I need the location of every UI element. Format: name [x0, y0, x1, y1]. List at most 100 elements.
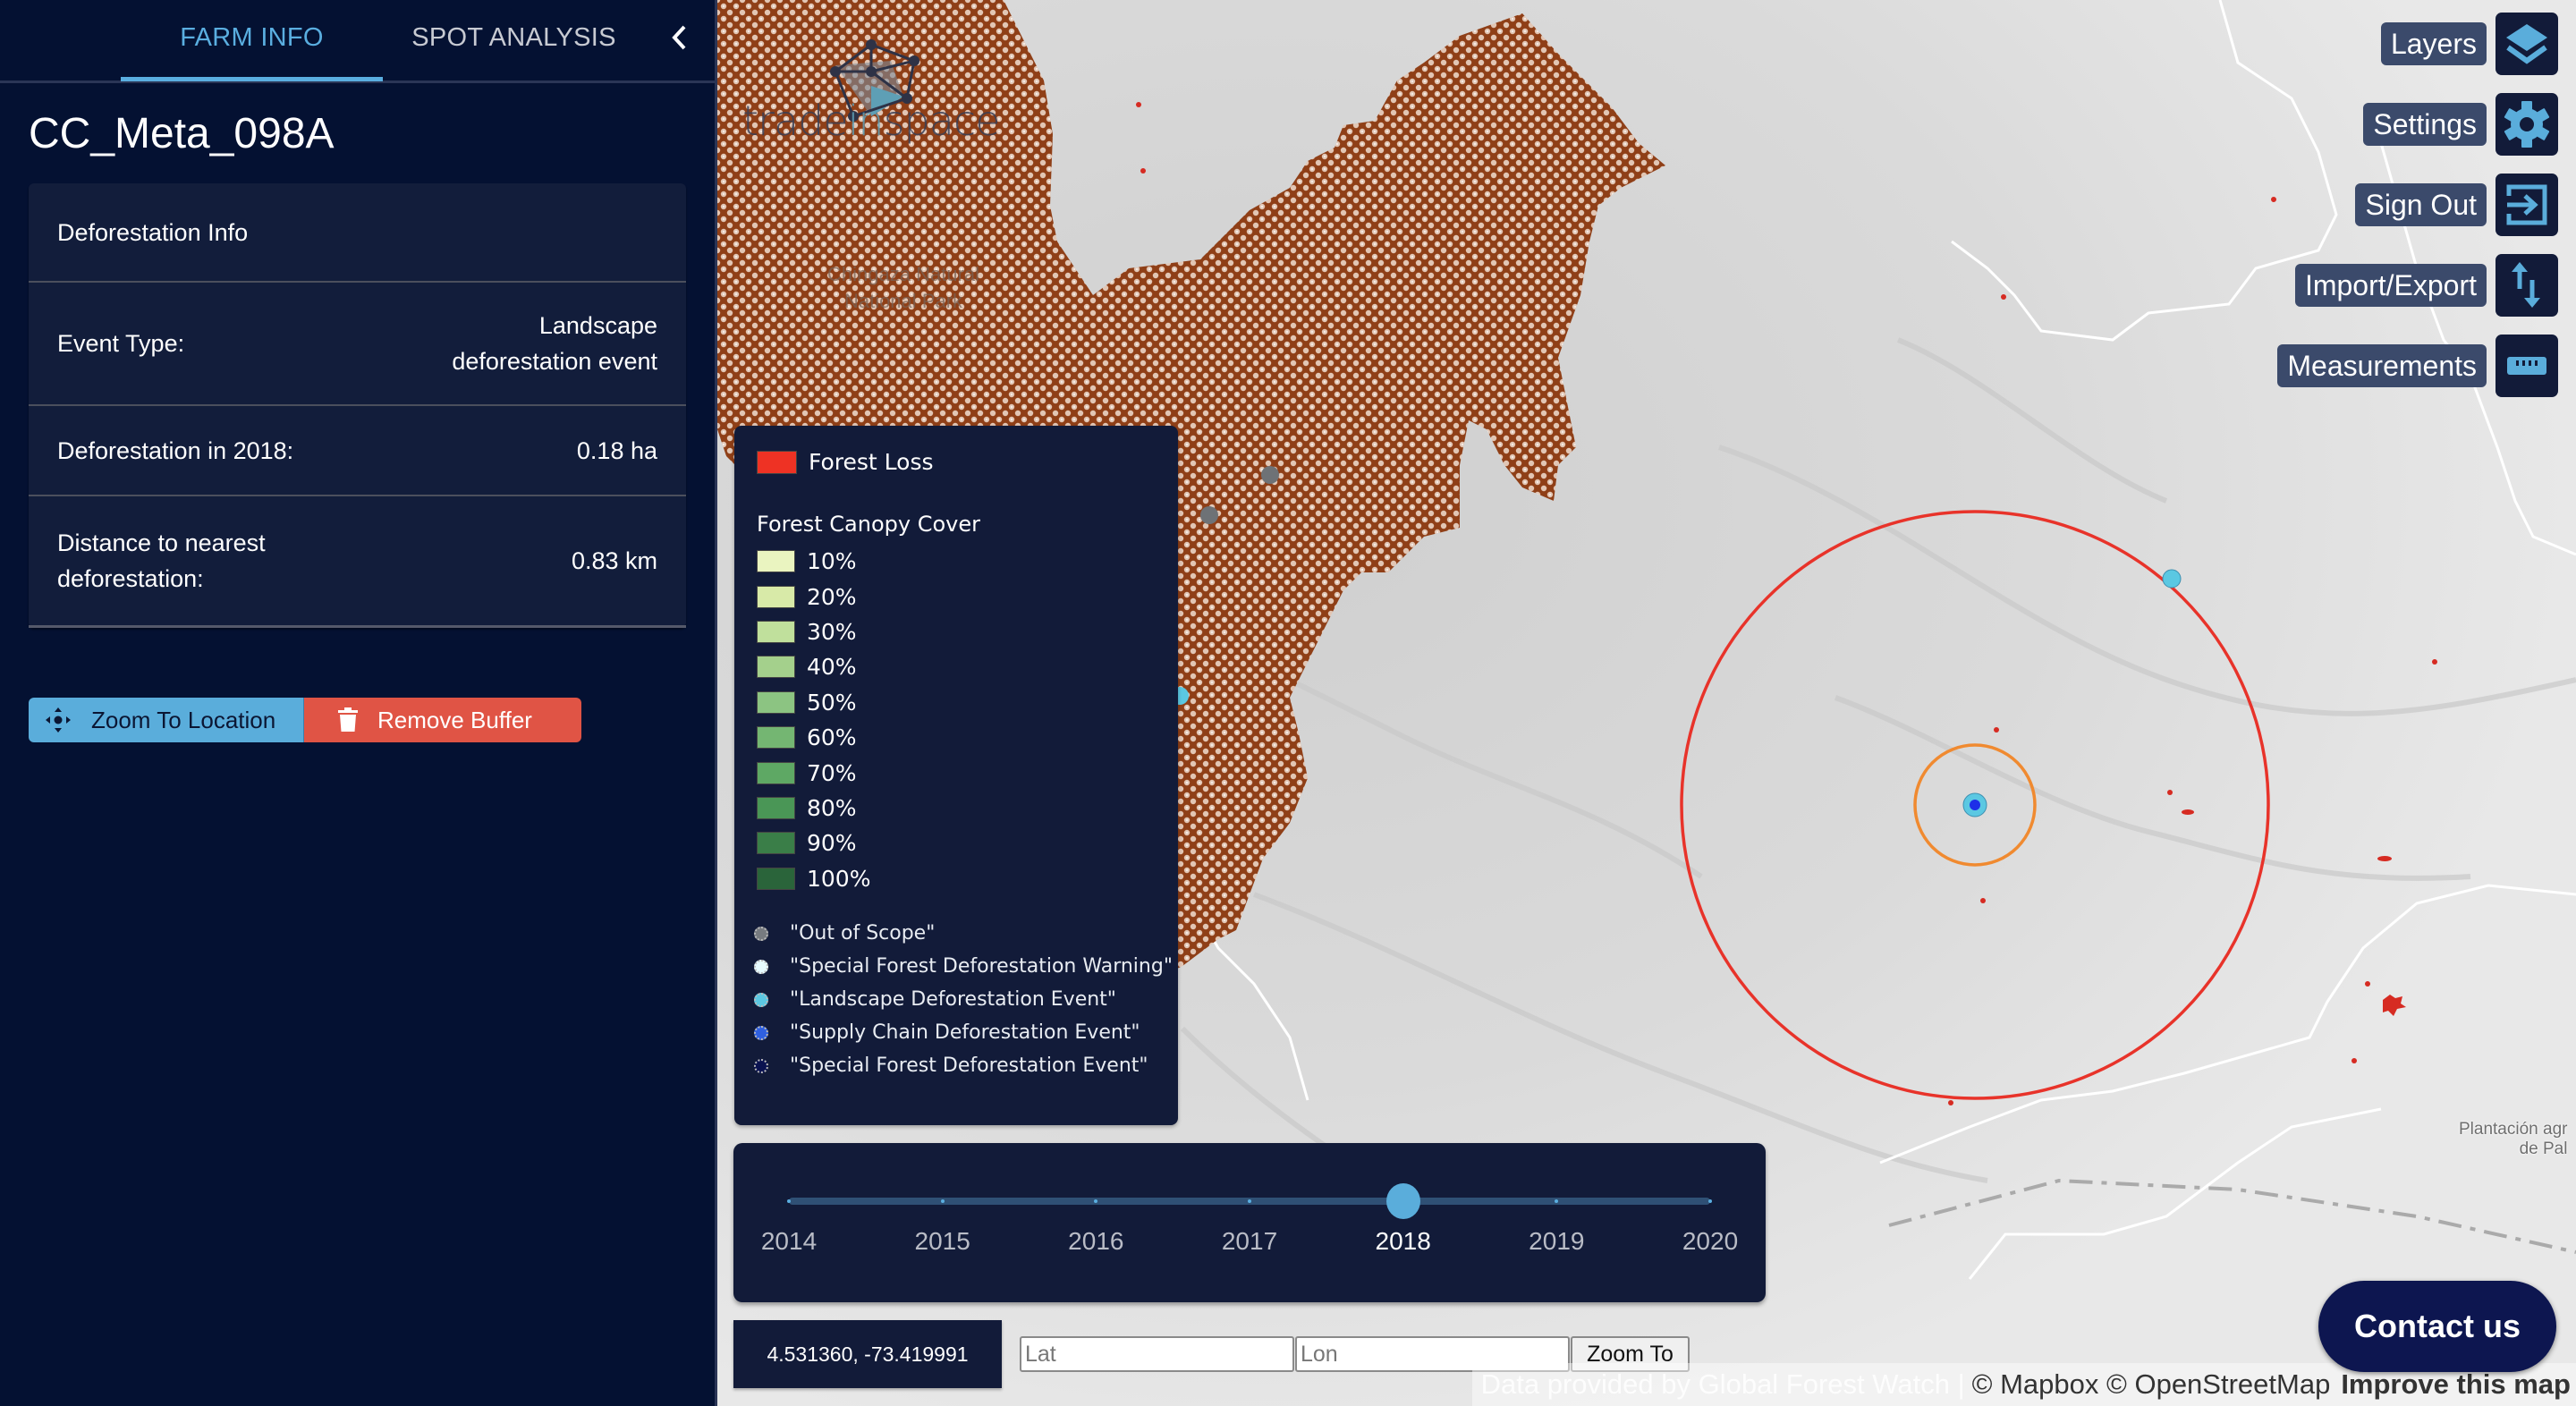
- canopy-cover-item: 100%: [757, 861, 870, 896]
- move-arrows-icon: [46, 707, 71, 733]
- import-export-button[interactable]: [2496, 254, 2558, 317]
- out-of-scope-point[interactable]: [1261, 466, 1279, 484]
- canopy-label: 100%: [807, 865, 871, 892]
- layers-label[interactable]: Layers: [2380, 22, 2487, 65]
- event-dot-icon: [754, 959, 768, 974]
- timeline-year-2015[interactable]: 2015: [915, 1227, 970, 1256]
- mapbox-attribution-link[interactable]: © Mapbox © OpenStreetMap: [1972, 1368, 2331, 1401]
- gear-icon: [2504, 101, 2550, 148]
- canopy-swatch: [757, 656, 795, 679]
- event-type-item: "Landscape Deforestation Event": [754, 983, 1173, 1016]
- lat-input[interactable]: [1020, 1336, 1294, 1372]
- timeline-slider-thumb[interactable]: [1385, 1183, 1420, 1219]
- canopy-label: 40%: [807, 654, 857, 681]
- place-label-line1: Plantación agr: [2459, 1120, 2568, 1139]
- measurements-control[interactable]: Measurements: [2277, 335, 2558, 397]
- sign-out-icon: [2506, 184, 2547, 225]
- event-type-value: Landscape deforestation event: [452, 308, 657, 379]
- collapse-sidebar-button[interactable]: [666, 20, 693, 55]
- timeline-tick: [940, 1199, 945, 1203]
- timeline-year-2020[interactable]: 2020: [1682, 1227, 1738, 1256]
- park-label-line2: National Park: [843, 290, 963, 312]
- timeline-year-2017[interactable]: 2017: [1222, 1227, 1277, 1256]
- year-timeline: 2014 2015 2016 2017 2018 2019 2020: [733, 1143, 1766, 1302]
- improve-map-link[interactable]: Improve this map: [2341, 1368, 2571, 1401]
- park-label-line1: Chingaza Natural: [827, 263, 979, 285]
- remove-buffer-button[interactable]: Remove Buffer: [304, 698, 581, 742]
- canopy-cover-item: 70%: [757, 755, 870, 790]
- event-type-value-line1: Landscape: [538, 312, 657, 339]
- settings-control[interactable]: Settings: [2363, 93, 2558, 156]
- selected-farm-center: [1970, 800, 1980, 810]
- tab-spot-analysis[interactable]: SPOT ANALYSIS: [396, 0, 631, 80]
- ruler-icon: [2507, 357, 2546, 375]
- zoom-to-location-button[interactable]: Zoom To Location: [29, 698, 304, 742]
- canopy-swatch: [757, 796, 795, 819]
- event-type-label: "Landscape Deforestation Event": [790, 988, 1116, 1011]
- gfw-attribution: Data provided by Global Forest Watch |: [1480, 1368, 1965, 1400]
- settings-button[interactable]: [2496, 93, 2558, 156]
- timeline-tick: [1248, 1199, 1251, 1203]
- event-type-label: "Special Forest Deforestation Event": [790, 1054, 1148, 1077]
- logo-text-trade: trade: [742, 97, 849, 145]
- canopy-label: 50%: [807, 689, 857, 716]
- contact-us-button[interactable]: Contact us: [2318, 1281, 2556, 1372]
- layers-control[interactable]: Layers: [2380, 13, 2558, 75]
- canopy-label: 90%: [807, 830, 857, 857]
- sign-out-button[interactable]: [2496, 174, 2558, 236]
- import-export-label[interactable]: Import/Export: [2294, 264, 2487, 307]
- canopy-label: 20%: [807, 583, 857, 610]
- info-row-deforestation-area: Deforestation in 2018: 0.18 ha: [29, 406, 686, 496]
- out-of-scope-point[interactable]: [1200, 506, 1218, 524]
- forest-loss-swatch: [757, 450, 797, 474]
- canopy-cover-item: 90%: [757, 826, 870, 860]
- distance-label: Distance to nearest deforestation:: [57, 525, 266, 597]
- event-dot-icon: [754, 992, 768, 1007]
- place-label-line2: de Pal: [2519, 1139, 2568, 1158]
- legend-forest-loss: Forest Loss: [757, 449, 934, 475]
- canopy-cover-title: Forest Canopy Cover: [757, 512, 980, 537]
- event-dot-icon: [754, 1025, 768, 1040]
- landscape-event-point[interactable]: [2162, 569, 2182, 589]
- canopy-cover-item: 60%: [757, 720, 870, 755]
- canopy-swatch: [757, 690, 795, 714]
- canopy-swatch: [757, 620, 795, 643]
- event-dot-icon: [754, 1058, 768, 1073]
- sign-out-control[interactable]: Sign Out: [2355, 174, 2558, 236]
- deforestation-info-card: Deforestation Info Event Type: Landscape…: [29, 183, 686, 628]
- timeline-year-2018[interactable]: 2018: [1376, 1227, 1431, 1256]
- sign-out-label[interactable]: Sign Out: [2355, 183, 2487, 226]
- distance-label-line1: Distance to nearest: [57, 529, 266, 556]
- canopy-label: 60%: [807, 724, 857, 751]
- import-export-control[interactable]: Import/Export: [2294, 254, 2558, 317]
- timeline-year-2016[interactable]: 2016: [1068, 1227, 1123, 1256]
- timeline-year-2014[interactable]: 2014: [761, 1227, 817, 1256]
- timeline-year-2019[interactable]: 2019: [1529, 1227, 1584, 1256]
- map-canvas[interactable]: tradeinspace Chingaza Natural National P…: [717, 0, 2576, 1406]
- timeline-track[interactable]: [787, 1183, 1712, 1219]
- place-label: Plantación agr de Pal: [2459, 1120, 2567, 1159]
- event-type-item: "Out of Scope": [754, 917, 1173, 950]
- distance-label-line2: deforestation:: [57, 565, 204, 592]
- settings-label[interactable]: Settings: [2363, 103, 2487, 146]
- event-type-item: "Supply Chain Deforestation Event": [754, 1016, 1173, 1049]
- action-button-group: Zoom To Location Remove Buffer: [29, 698, 581, 742]
- event-type-label: "Supply Chain Deforestation Event": [790, 1021, 1140, 1044]
- event-type-label: Event Type:: [57, 330, 185, 357]
- layers-icon: [2506, 24, 2547, 64]
- timeline-tick: [787, 1199, 791, 1203]
- layers-button[interactable]: [2496, 13, 2558, 75]
- info-header: Deforestation Info: [57, 218, 249, 246]
- measurements-button[interactable]: [2496, 335, 2558, 397]
- forest-loss-label: Forest Loss: [809, 449, 934, 475]
- canopy-cover-list: 10% 20% 30% 40% 50% 60% 70% 80% 90% 100%: [757, 544, 870, 896]
- canopy-cover-item: 10%: [757, 544, 870, 579]
- tab-farm-info[interactable]: FARM INFO: [121, 0, 383, 81]
- measurements-label[interactable]: Measurements: [2277, 344, 2487, 387]
- logo-text-space: space: [883, 97, 1001, 145]
- timeline-tick: [1555, 1199, 1559, 1203]
- cursor-coordinates: 4.531360, -73.419991: [733, 1320, 1002, 1388]
- event-type-item: "Special Forest Deforestation Event": [754, 1049, 1173, 1082]
- sidebar: FARM INFO SPOT ANALYSIS CC_Meta_098A Def…: [0, 0, 717, 1406]
- event-type-list: "Out of Scope" "Special Forest Deforestat…: [754, 917, 1173, 1082]
